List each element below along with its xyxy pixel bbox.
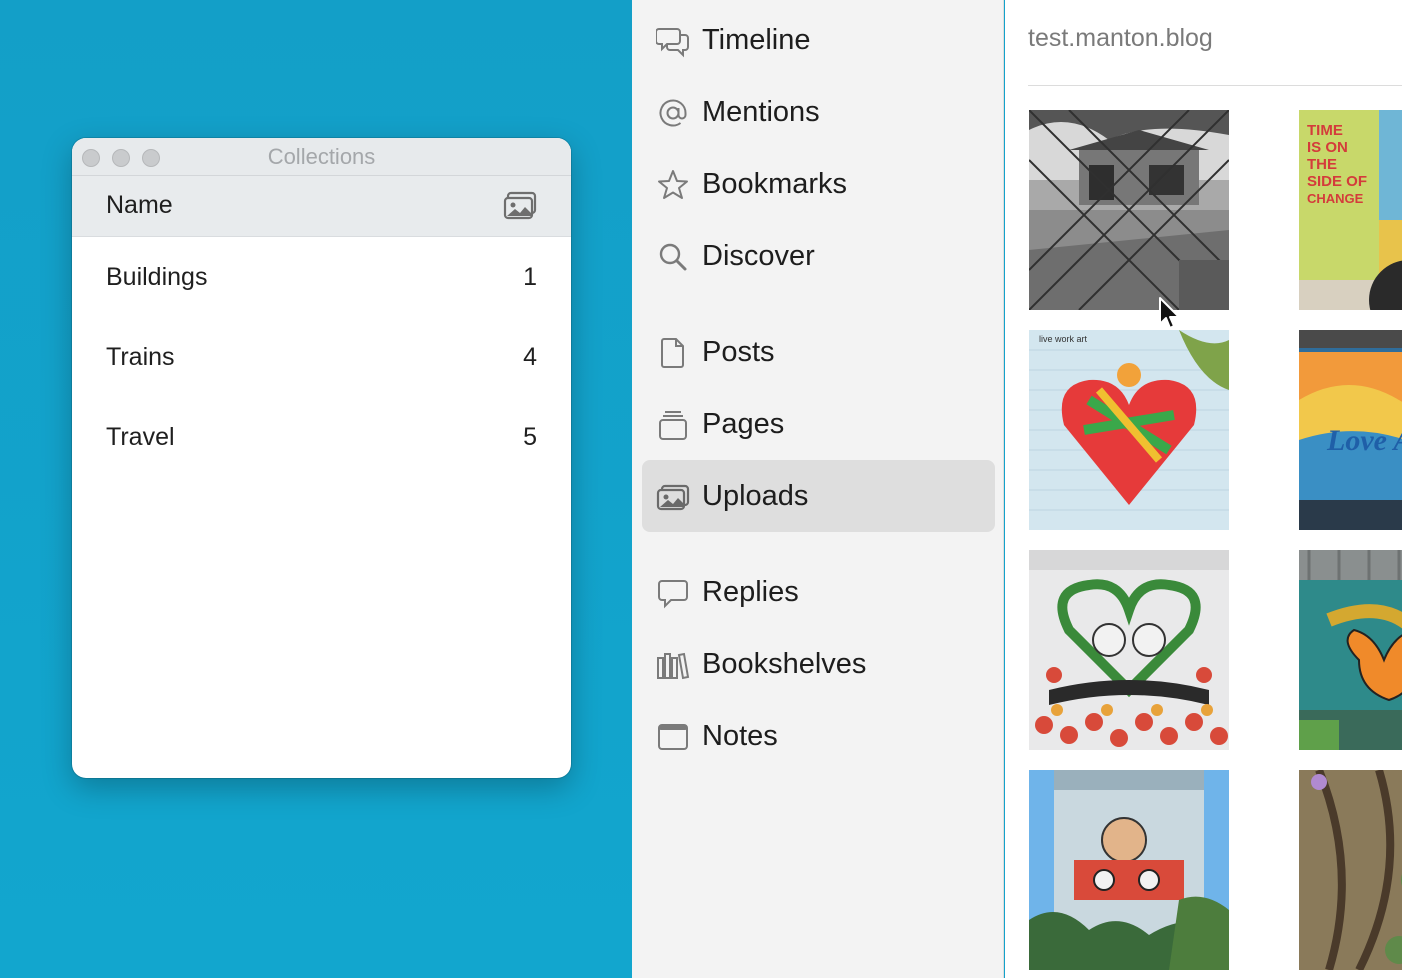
collection-count: 4 [523, 343, 537, 371]
upload-thumbnail[interactable] [1299, 550, 1402, 750]
sidebar-item-label: Bookshelves [702, 648, 867, 680]
svg-text:SIDE OF: SIDE OF [1307, 173, 1367, 190]
pages-stack-icon [656, 408, 690, 442]
sidebar-item-label: Uploads [702, 480, 809, 512]
upload-thumbnail[interactable]: live work art [1029, 330, 1229, 530]
collection-count: 5 [523, 423, 537, 451]
name-column-header[interactable]: Name [106, 191, 173, 220]
svg-text:TIME: TIME [1307, 122, 1343, 139]
sidebar-item-label: Mentions [702, 96, 820, 128]
collection-row[interactable]: Trains 4 [72, 317, 571, 397]
collection-row[interactable]: Buildings 1 [72, 237, 571, 317]
sidebar-item-bookshelves[interactable]: Bookshelves [642, 628, 995, 700]
sidebar-item-pages[interactable]: Pages [642, 388, 995, 460]
mouse-cursor-icon [1157, 296, 1183, 332]
magnifying-glass-icon [656, 240, 690, 274]
window-title: Collections [267, 144, 376, 169]
upload-thumbnail[interactable] [1029, 770, 1229, 970]
sidebar-item-timeline[interactable]: Timeline [642, 4, 995, 76]
collection-name: Travel [106, 423, 175, 451]
svg-text:Love A: Love A [1326, 424, 1402, 457]
books-icon [656, 648, 690, 682]
sidebar-item-discover[interactable]: Discover [642, 220, 995, 292]
svg-text:THE: THE [1307, 156, 1337, 173]
photo-icon [656, 480, 690, 514]
speech-bubble-icon [656, 576, 690, 610]
star-icon [656, 168, 690, 202]
svg-text:live work art: live work art [1039, 334, 1088, 344]
sidebar-item-label: Notes [702, 720, 778, 752]
sidebar-item-label: Discover [702, 240, 815, 272]
collection-name: Trains [106, 343, 175, 371]
sidebar-item-label: Pages [702, 408, 785, 440]
table-header: Name [72, 176, 571, 237]
sidebar-item-label: Timeline [702, 24, 811, 56]
sidebar-item-bookmarks[interactable]: Bookmarks [642, 148, 995, 220]
upload-thumbnail[interactable] [1029, 550, 1229, 750]
upload-thumbnail[interactable] [1299, 770, 1402, 970]
sidebar-item-label: Bookmarks [702, 168, 848, 200]
divider [1028, 85, 1402, 86]
collection-name: Buildings [106, 263, 208, 291]
photo-icon[interactable] [503, 191, 538, 221]
blog-title[interactable]: test.manton.blog [1028, 24, 1213, 53]
uploads-content: test.manton.blog TIME IS ON THE SIDE OF … [1005, 0, 1402, 978]
at-sign-icon [656, 96, 690, 130]
sidebar-item-label: Replies [702, 576, 799, 608]
svg-text:IS ON: IS ON [1307, 139, 1348, 156]
svg-text:CHANGE: CHANGE [1307, 191, 1364, 206]
sidebar-item-replies[interactable]: Replies [642, 556, 995, 628]
speech-bubbles-icon [655, 24, 690, 58]
upload-thumbnail[interactable]: TIME IS ON THE SIDE OF CHANGE [1299, 110, 1402, 310]
window-icon [656, 720, 690, 754]
collection-row[interactable]: Travel 5 [72, 397, 571, 477]
upload-thumbnail[interactable]: Love A [1299, 330, 1402, 530]
sidebar: Timeline Mentions Bookmarks Discover Pos… [632, 0, 1004, 978]
document-icon [656, 336, 690, 370]
collections-window: Collections Name Buildings 1 Trains 4 Tr… [72, 138, 571, 778]
collection-count: 1 [523, 263, 537, 291]
sidebar-item-label: Posts [702, 336, 775, 368]
upload-thumbnail[interactable] [1029, 110, 1229, 310]
sidebar-item-mentions[interactable]: Mentions [642, 76, 995, 148]
window-titlebar[interactable]: Collections [72, 138, 571, 176]
sidebar-item-notes[interactable]: Notes [642, 700, 995, 772]
sidebar-item-uploads[interactable]: Uploads [642, 460, 995, 532]
sidebar-item-posts[interactable]: Posts [642, 316, 995, 388]
